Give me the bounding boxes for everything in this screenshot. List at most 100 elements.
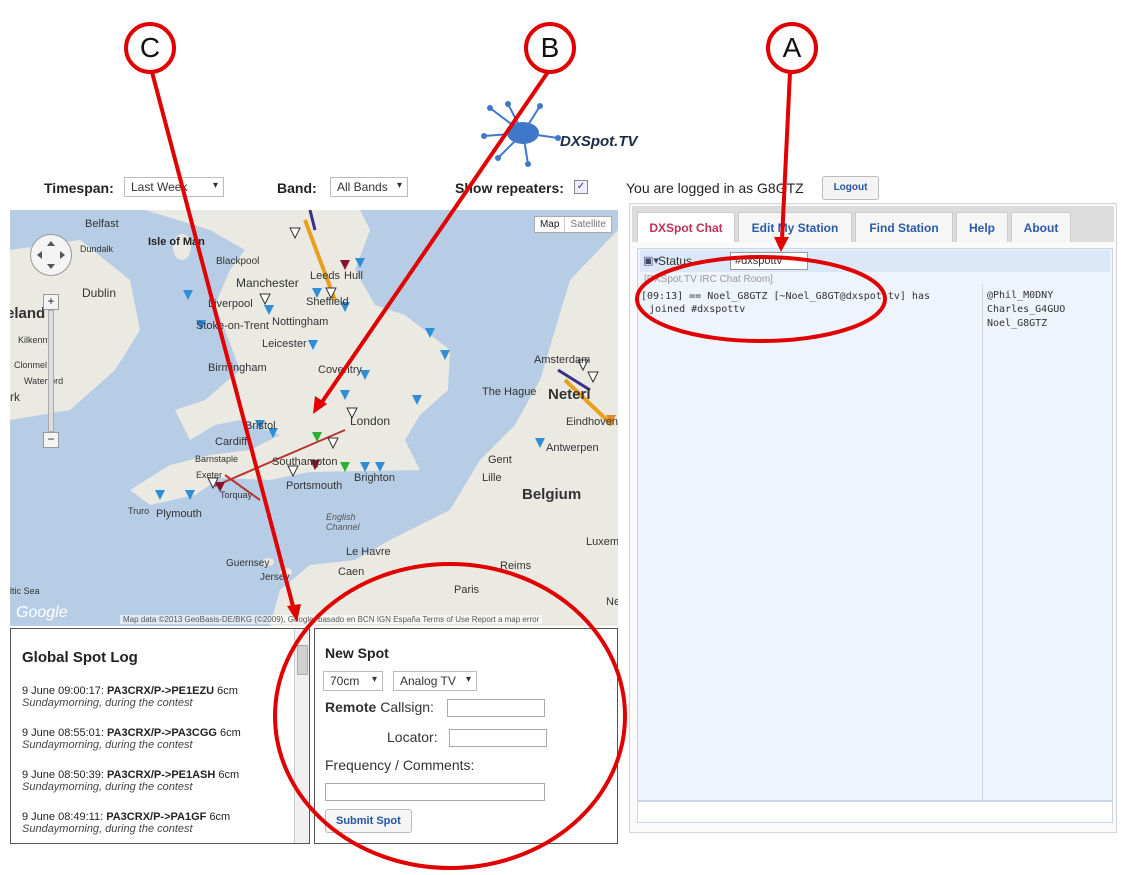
map-label-guernsey: Guernsey [226,558,270,569]
spot-band: 6cm [218,769,240,781]
map-label-bristol: Bristol [245,420,276,432]
chat-input[interactable] [637,801,1113,823]
spot-comment: Sundaymorning, during the contest [22,781,193,793]
spot-log-title: Global Spot Log [22,649,138,666]
tab-dxspot-chat[interactable]: DXSpot Chat [637,212,735,242]
submit-spot-button[interactable]: Submit Spot [325,809,412,833]
chevron-down-icon: ▾ [212,180,218,191]
map-type-map-button[interactable]: Map [535,217,564,232]
spot-mode-value: Analog TV [400,674,456,688]
map-label-torquay: Torquay [220,490,253,500]
chevron-down-icon: ▾ [465,674,471,685]
spot-band: 6cm [217,685,238,697]
chat-user[interactable]: @Phil_M0DNY [987,290,1053,301]
menu-icon[interactable]: ▣▾ [643,254,659,267]
new-spot-title: New Spot [325,645,389,661]
band-select[interactable]: All Bands ▾ [330,177,408,197]
chat-user[interactable]: Charles_G4GUO [987,304,1065,315]
remote-label: Remote [325,699,377,715]
channel-select[interactable]: #dxspottv [730,252,808,270]
tab-find-station[interactable]: Find Station [855,212,953,242]
map-label-paris: Paris [454,584,480,596]
callsign-label: Callsign: [380,699,434,715]
spot-band-select[interactable]: 70cm ▾ [323,671,383,691]
spot-log-scrollbar[interactable] [294,629,309,843]
frequency-comments-input[interactable] [325,783,545,801]
logo-text: DXSpot.TV [560,133,638,150]
map-label-belfast: Belfast [85,218,119,230]
locator-input[interactable] [449,729,547,747]
map-label-amsterdam: Amsterdam [534,354,591,366]
spot-path: PA3CRX/P->PA3CGG [107,727,217,739]
spot-time: 9 June 08:55:01: [22,727,104,739]
zoom-in-button[interactable]: + [43,294,59,310]
zoom-slider[interactable] [48,310,54,432]
spot-comment: Sundaymorning, during the contest [22,823,193,835]
chat-message-line: [09:13] == Noel_G8GTZ [~Noel_G8GT@dxspot… [641,291,930,302]
map-label-stoke: Stoke-on-Trent [196,320,269,332]
pan-control[interactable] [30,234,72,276]
spot-entry[interactable]: 9 June 08:49:11: PA3CRX/P->PA1GF 6cm Sun… [22,811,292,835]
map-label-ne: Ne [606,596,618,608]
spot-comment: Sundaymorning, during the contest [22,697,193,709]
tab-about[interactable]: About [1011,212,1071,242]
map-label-ireland: eland [10,305,46,322]
spot-path: PA3CRX/P->PE1ASH [107,769,216,781]
spot-entry[interactable]: 9 June 08:55:01: PA3CRX/P->PA3CGG 6cm Su… [22,727,292,751]
map-label-luxem: Luxem [586,536,618,548]
callout-a: A [766,22,818,74]
show-repeaters-checkbox[interactable]: ✓ [574,180,588,194]
tab-edit-my-station[interactable]: Edit My Station [738,212,852,242]
spot-band: 6cm [209,811,231,823]
scrollbar-thumb[interactable] [297,645,308,675]
locator-label: Locator: [387,729,438,745]
chat-status-label: Status [658,254,693,268]
zoom-out-button[interactable]: − [43,432,59,448]
logout-button[interactable]: Logout [822,176,879,200]
map-label-jersey: Jersey [260,572,290,583]
timespan-select[interactable]: Last Week ▾ [124,177,224,197]
spot-entry[interactable]: 9 June 08:50:39: PA3CRX/P->PE1ASH 6cm Su… [22,769,292,793]
google-logo: Google [16,604,68,621]
spot-comment: Sundaymorning, during the contest [22,739,193,751]
spot-time: 9 June 08:50:39: [22,769,104,781]
chevron-down-icon: ▾ [396,180,402,191]
map-label-eindhoven: Eindhoven [566,416,618,428]
map-label-sheffield: Sheffield [306,296,349,308]
spot-mode-select[interactable]: Analog TV ▾ [393,671,477,691]
spot-entry[interactable]: 9 June 09:00:17: PA3CRX/P->PE1EZU 6cm Su… [22,685,292,709]
map-label-london: London [350,414,391,428]
chat-user-list: @Phil_M0DNY Charles_G4GUO Noel_G8GTZ [982,284,1113,800]
map-label-plymouth: Plymouth [156,508,202,520]
frequency-comments-label: Frequency / Comments: [325,757,475,773]
map-type-toggle[interactable]: Map Satellite [533,216,612,233]
logged-in-text: You are logged in as G8GTZ [626,180,804,196]
pan-arrows-icon [37,241,65,269]
map-label-dublin: Dublin [82,286,117,300]
map-label-coventry: Coventry [318,364,363,376]
chat-status-bar [640,250,1110,272]
map-label-kilkenny: Kilkenny [18,335,53,345]
map-label-english-channel: English Channel [326,512,360,532]
map-label-southampton: Southampton [272,456,338,468]
map-attribution[interactable]: Map data ©2013 GeoBasis-DE/BKG (©2009), … [120,615,543,624]
map-label-birmingham: Birmingham [208,362,267,374]
timespan-value: Last Week [131,180,188,194]
chat-user[interactable]: Noel_G8GTZ [987,318,1047,329]
map-label-blackpool: Blackpool [216,256,260,267]
callsign-input[interactable] [447,699,545,717]
spot-path: PA3CRX/P->PA1GF [106,811,207,823]
spot-time: 9 June 08:49:11: [22,811,104,823]
map-label-lille: Lille [482,472,502,484]
spot-band-value: 70cm [330,674,360,688]
tab-help[interactable]: Help [956,212,1008,242]
chat-message-line: joined #dxspottv [649,304,746,315]
map-label-brighton: Brighton [354,472,395,484]
spot-time: 9 June 09:00:17: [22,685,104,697]
global-spot-log: Global Spot Log 9 June 09:00:17: PA3CRX/… [10,628,310,844]
map-label-le-havre: Le Havre [346,546,391,558]
map-view[interactable]: Belfast Isle of Man Dundalk Dublin eland… [10,210,618,626]
map-label-celtic-sea: ltic Sea [10,586,40,596]
map-type-satellite-button[interactable]: Satellite [564,217,611,232]
map-label-waterford: Waterford [24,376,64,386]
